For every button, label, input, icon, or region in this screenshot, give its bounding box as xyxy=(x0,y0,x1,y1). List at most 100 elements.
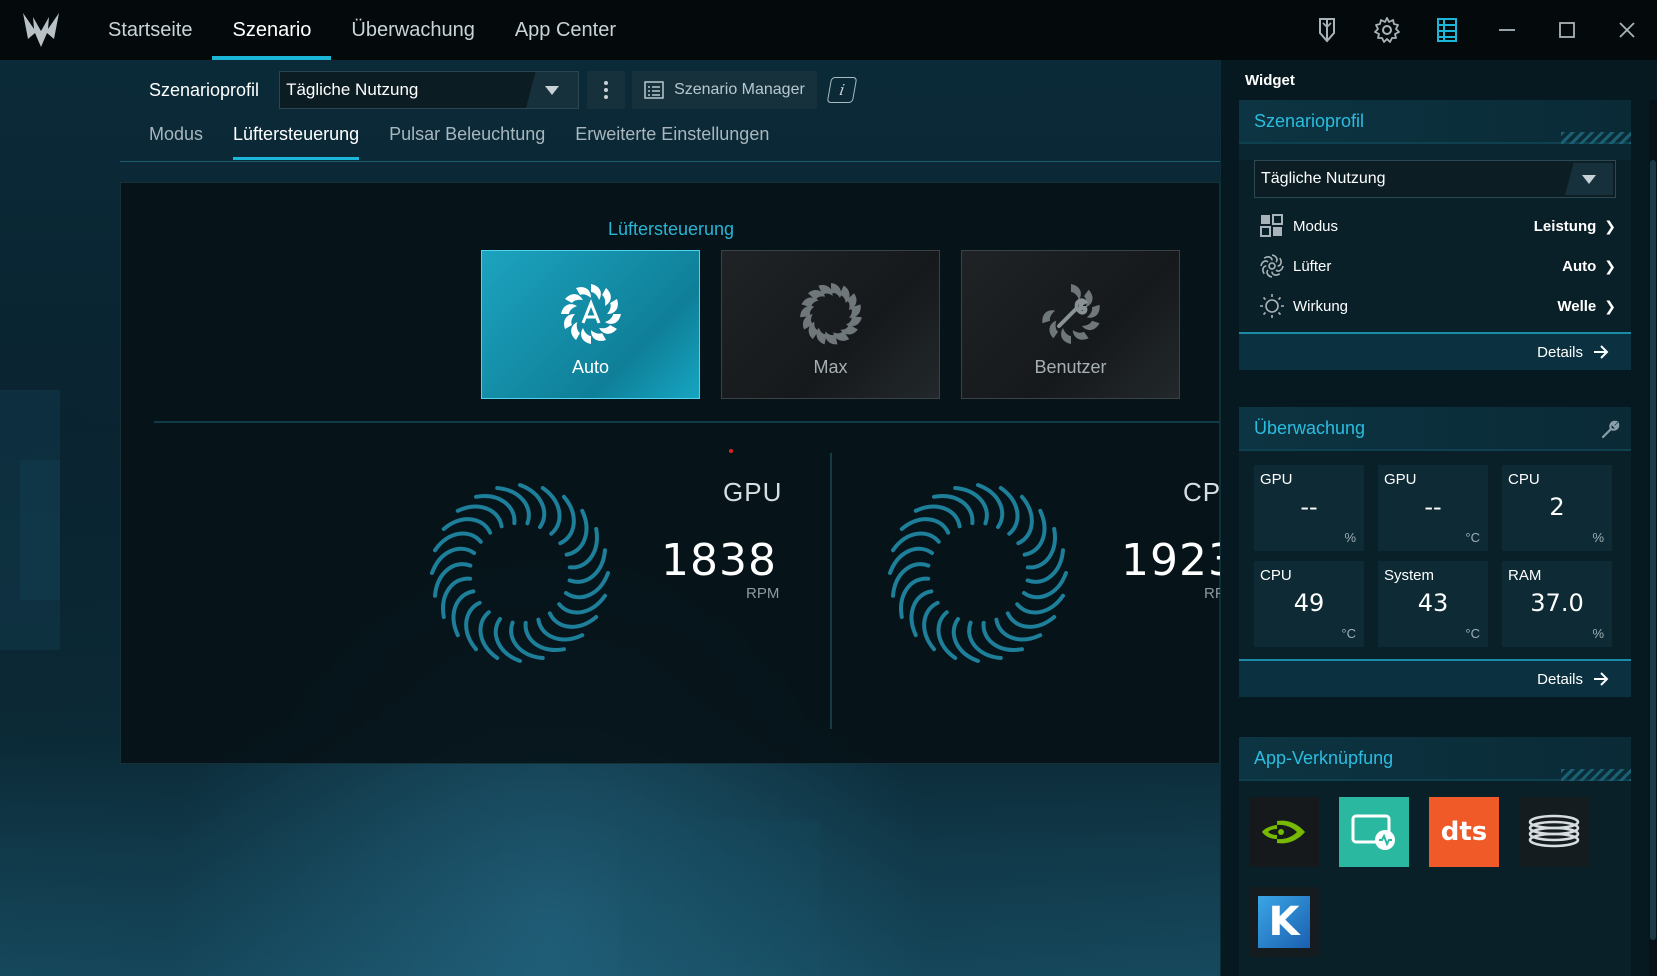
status-dot xyxy=(729,449,733,453)
widget-panel-icon xyxy=(1437,18,1457,42)
monitor-cell-cpu-usage: CPU 2 % xyxy=(1502,465,1612,551)
monitor-label: CPU xyxy=(1508,471,1540,488)
killer-app-shortcut[interactable]: K xyxy=(1249,887,1319,957)
widget-title: Widget xyxy=(1245,72,1295,89)
fan-max-icon xyxy=(799,283,862,345)
gpu-fan-graphic xyxy=(430,483,610,663)
predator-logo-icon xyxy=(23,13,59,47)
widget-row-wirkung-label: Wirkung xyxy=(1293,297,1349,315)
nav-tab-ueberwachung[interactable]: Überwachung xyxy=(331,0,494,60)
fan-auto-icon xyxy=(560,284,621,344)
fan-control-panel: Lüftersteuerung Auto Max Benutzer GPU 18… xyxy=(120,182,1240,764)
chevron-right-icon: ❯ xyxy=(1604,257,1616,274)
widget-monitor-card-title: Überwachung xyxy=(1239,407,1631,451)
widget-row-luefter-value: Auto xyxy=(1562,257,1597,275)
monitor-unit: °C xyxy=(1341,626,1356,641)
monitor-label: CPU xyxy=(1260,567,1292,584)
monitor-cell-system-temp: System 43 °C xyxy=(1378,561,1488,647)
monitor-label: System xyxy=(1384,567,1435,584)
nvidia-app-shortcut[interactable] xyxy=(1249,797,1319,867)
nav-tab-startseite[interactable]: Startseite xyxy=(88,0,212,60)
fan-mode-max-button[interactable]: Max xyxy=(721,250,940,399)
info-icon: i xyxy=(837,81,846,99)
monitor-value: 2 xyxy=(1549,493,1565,521)
gpu-fan-unit: RPM xyxy=(746,585,780,602)
dts-app-shortcut[interactable]: dts xyxy=(1429,797,1499,867)
coil-app-shortcut[interactable] xyxy=(1519,797,1589,867)
widget-row-modus[interactable]: Modus Leistung ❯ xyxy=(1254,206,1616,246)
widget-row-luefter-label: Lüfter xyxy=(1293,257,1332,275)
fan-custom-icon xyxy=(1041,284,1100,344)
subtab-lueftersteuerung[interactable]: Lüftersteuerung xyxy=(233,124,360,160)
scenario-profile-dropdown[interactable]: Tägliche Nutzung xyxy=(279,71,580,109)
fan-divider xyxy=(830,453,832,729)
widget-row-modus-value: Leistung xyxy=(1533,217,1597,235)
gpu-fan-rpm: 1838 xyxy=(661,535,777,586)
decorative-stripes xyxy=(1561,769,1631,781)
nav-tab-app-center[interactable]: App Center xyxy=(495,0,636,60)
more-options-button[interactable] xyxy=(587,71,626,109)
widget-monitor-card: Überwachung GPU -- % GPU -- °C CPU 2 % C… xyxy=(1239,407,1631,697)
settings-button[interactable] xyxy=(1357,0,1417,60)
monitor-value: -- xyxy=(1424,493,1442,521)
subtab-erweiterte-einstellungen[interactable]: Erweiterte Einstellungen xyxy=(575,124,769,160)
widget-row-luefter[interactable]: Lüfter Auto ❯ xyxy=(1254,246,1616,286)
widget-monitor-details-label: Details xyxy=(1537,670,1583,688)
nav-tab-szenario[interactable]: Szenario xyxy=(212,0,332,60)
monitor-value: 49 xyxy=(1293,589,1325,617)
scenario-profile-row: Szenarioprofil Tägliche Nutzung Szenario… xyxy=(149,70,858,110)
scenario-manager-button[interactable]: Szenario Manager xyxy=(632,71,817,109)
arrow-right-icon xyxy=(1594,672,1609,686)
widget-row-wirkung-value: Welle xyxy=(1557,297,1597,315)
top-navigation-bar: Startseite Szenario Überwachung App Cent… xyxy=(0,0,1657,60)
maximize-button[interactable] xyxy=(1537,0,1597,60)
widget-toggle-button[interactable] xyxy=(1417,0,1477,60)
nvidia-app-icon xyxy=(1262,820,1305,844)
gpu-fan-name: GPU xyxy=(723,477,783,507)
wrench-icon[interactable] xyxy=(1601,419,1621,439)
monitor-cell-ram-usage: RAM 37.0 % xyxy=(1502,561,1612,647)
monitor-cell-cpu-temp: CPU 49 °C xyxy=(1254,561,1364,647)
chevron-down-icon xyxy=(1565,163,1613,195)
fan-mode-max-label: Max xyxy=(813,357,848,377)
monitor-unit: % xyxy=(1344,530,1356,545)
fan-mode-custom-button[interactable]: Benutzer xyxy=(961,250,1180,399)
subtab-pulsar-beleuchtung[interactable]: Pulsar Beleuchtung xyxy=(389,124,545,160)
fan-mode-auto-label: Auto xyxy=(571,357,610,377)
close-button[interactable] xyxy=(1597,0,1657,60)
widget-apps-title-text: App-Verknüpfung xyxy=(1254,747,1394,768)
widget-scrollbar[interactable] xyxy=(1649,100,1657,976)
fan-mode-auto-button[interactable]: Auto xyxy=(481,250,700,399)
widget-profile-dropdown[interactable]: Tägliche Nutzung xyxy=(1254,160,1616,198)
monitor-label: GPU xyxy=(1260,471,1293,488)
killer-app-icon: K xyxy=(1258,896,1310,948)
app-shortcut-grid: dts K xyxy=(1239,781,1631,976)
monitor-app-icon xyxy=(1351,814,1395,850)
more-vertical-icon xyxy=(604,81,609,99)
predator-shield-button[interactable] xyxy=(1297,0,1357,60)
subtab-divider xyxy=(120,161,1220,162)
grid-icon xyxy=(1260,214,1283,237)
coil-app-icon xyxy=(1528,814,1580,848)
fan-icon xyxy=(1260,254,1284,278)
monitor-app-shortcut[interactable] xyxy=(1339,797,1409,867)
arrow-right-icon xyxy=(1594,345,1609,359)
monitor-value: -- xyxy=(1300,493,1318,521)
predator-shield-icon xyxy=(1319,18,1335,43)
widget-profile-card: Szenarioprofil Tägliche Nutzung Modus Le… xyxy=(1239,100,1631,370)
list-icon xyxy=(644,81,664,99)
widget-profile-card-title: Szenarioprofil xyxy=(1239,100,1631,144)
monitor-unit: °C xyxy=(1465,626,1480,641)
widget-profile-value: Tägliche Nutzung xyxy=(1261,170,1386,187)
subtab-modus[interactable]: Modus xyxy=(149,124,203,160)
cpu-fan-graphic xyxy=(888,483,1068,663)
minimize-button[interactable] xyxy=(1477,0,1537,60)
widget-row-modus-label: Modus xyxy=(1293,217,1339,235)
scrollbar-thumb[interactable] xyxy=(1650,160,1656,940)
widget-profile-details-link[interactable]: Details xyxy=(1239,332,1631,370)
dts-app-icon: dts xyxy=(1440,817,1488,847)
info-button[interactable]: i xyxy=(826,77,858,103)
widget-sidebar: Widget Szenarioprofil Tägliche Nutzung M… xyxy=(1220,60,1657,976)
widget-monitor-details-link[interactable]: Details xyxy=(1239,659,1631,697)
widget-row-wirkung[interactable]: Wirkung Welle ❯ xyxy=(1254,286,1616,326)
